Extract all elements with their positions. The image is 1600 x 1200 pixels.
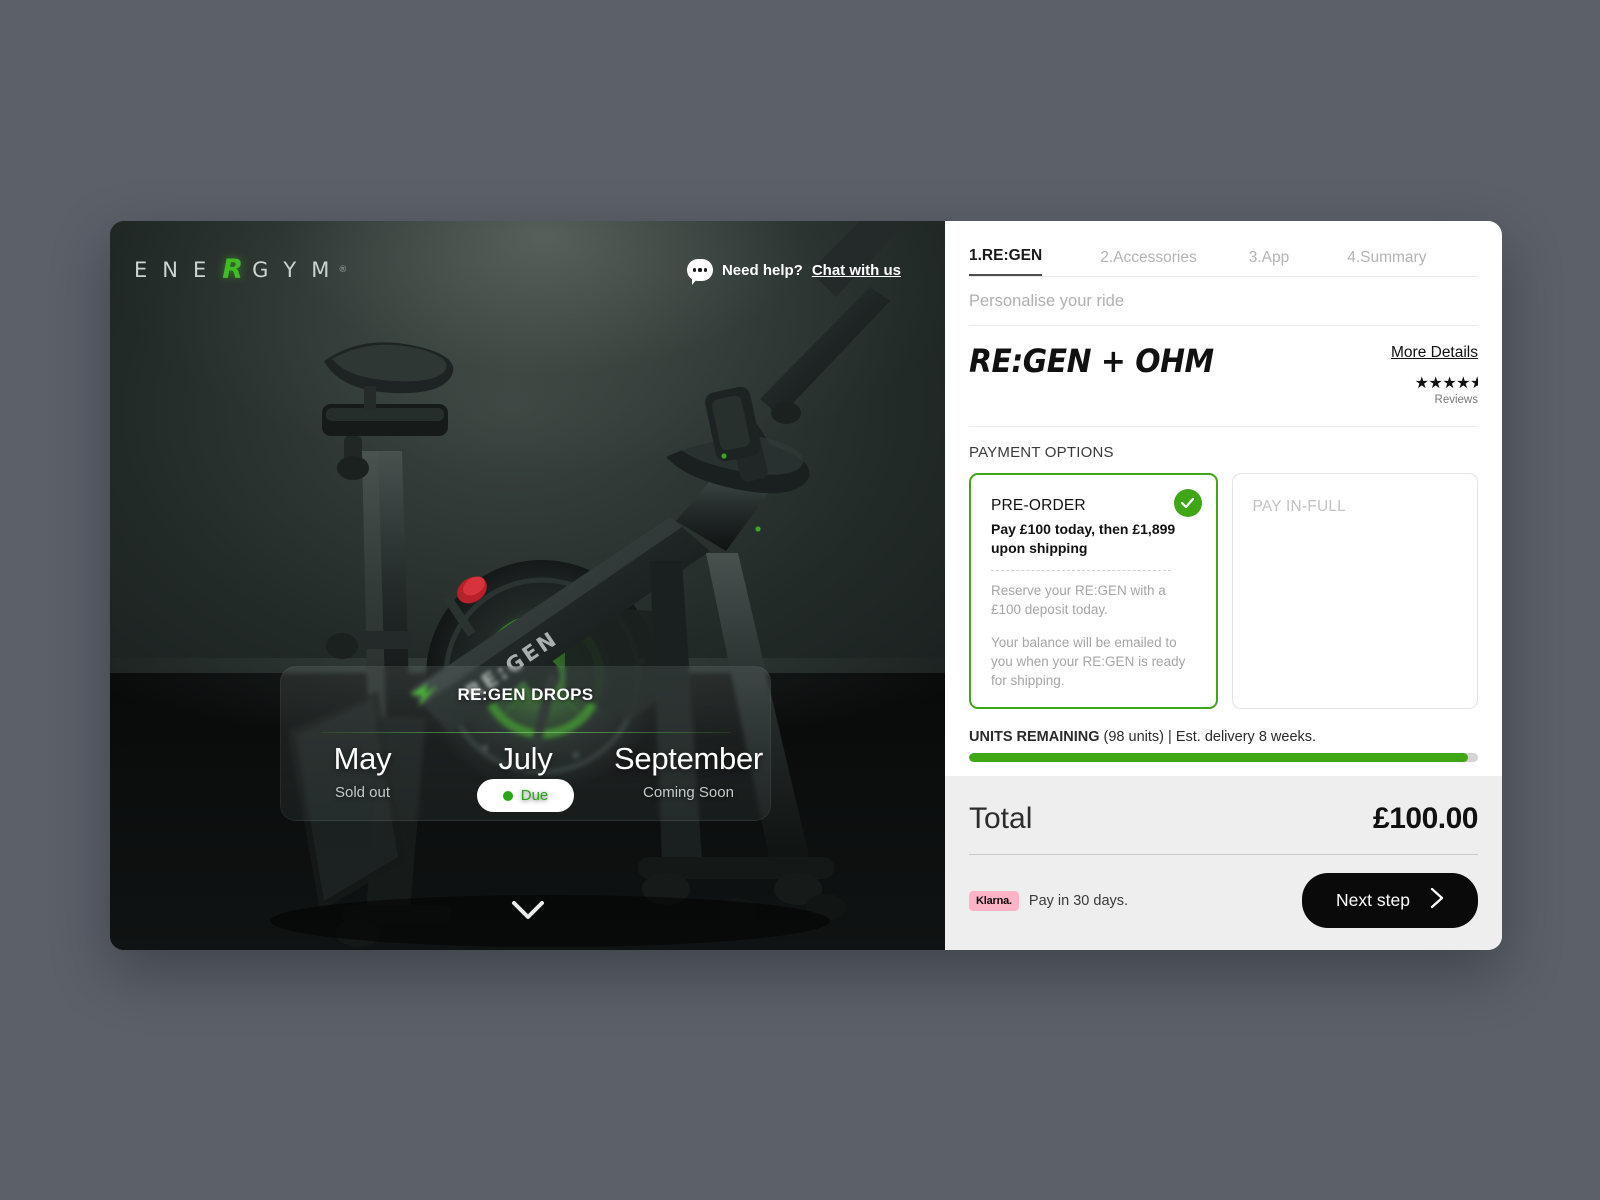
drop-status-july-label: Due <box>520 787 549 804</box>
total-value: £100.00 <box>1373 802 1478 835</box>
units-progress-fill <box>969 752 1468 762</box>
tab-app[interactable]: 3.App <box>1249 249 1290 276</box>
need-help-label: Need help? <box>721 261 803 279</box>
chat-with-us-link[interactable]: Chat with us <box>812 262 901 279</box>
more-details-link[interactable]: More Details <box>1391 344 1478 362</box>
total-label: Total <box>969 802 1033 835</box>
rating-full-stars: ★★★★ <box>1414 375 1471 392</box>
drop-status-may: Sold out <box>334 784 391 801</box>
total-row: Total £100.00 <box>969 802 1478 836</box>
check-icon <box>1173 489 1202 517</box>
panel-spacer <box>945 762 1502 776</box>
tab-summary[interactable]: 4.Summary <box>1347 249 1426 276</box>
chat-bubble-icon <box>686 259 713 285</box>
drop-month-may: May <box>333 741 392 776</box>
drop-item-may[interactable]: May Sold out <box>281 741 444 812</box>
drops-title: RE:GEN DROPS <box>457 685 594 704</box>
regen-drops-panel: RE:GEN DROPS May Sold out July Due Septe… <box>280 666 771 821</box>
drop-month-september: September <box>614 741 763 776</box>
drop-item-september[interactable]: September Coming Soon <box>607 741 770 812</box>
logo-letter-e1: E <box>134 257 163 282</box>
status-dot-icon <box>502 790 513 801</box>
footer-actions: Klarna. Pay in 30 days. Next step <box>969 873 1478 928</box>
next-step-button[interactable]: Next step <box>1302 873 1478 928</box>
drop-month-july: July <box>498 741 553 776</box>
page-title: RE:GEN + OHM <box>969 342 1214 380</box>
registered-trademark-icon: ® <box>338 264 348 275</box>
units-count: (98 units) <box>1103 728 1164 745</box>
tab-regen[interactable]: 1.RE:GEN <box>969 247 1043 276</box>
rating-half-star: ★ <box>1470 376 1478 392</box>
payment-options-label: PAYMENT OPTIONS <box>969 444 1114 461</box>
product-hero: RE:GEN <box>110 221 945 950</box>
klarna-badge: Klarna. <box>969 890 1019 911</box>
units-separator: | <box>1168 728 1172 745</box>
chevron-down-icon[interactable] <box>511 900 545 925</box>
drop-status-september: Coming Soon <box>643 784 734 801</box>
footer-divider <box>969 854 1478 855</box>
payment-option-preorder[interactable]: PRE-ORDER Pay £100 today, then £1,899 up… <box>969 473 1218 709</box>
preorder-dashed-divider <box>991 569 1171 571</box>
need-help-block: Need help? Chat with us <box>686 259 901 285</box>
payment-option-pay-in-full[interactable]: PAY IN-FULL <box>1231 473 1478 709</box>
drop-status-july-badge: Due <box>476 779 575 812</box>
payment-options-list: PRE-ORDER Pay £100 today, then £1,899 up… <box>945 461 1502 709</box>
klarna-text: Pay in 30 days. <box>1028 892 1129 909</box>
units-remaining-label: UNITS REMAINING <box>969 728 1100 745</box>
logo-letter-n: N <box>162 257 193 282</box>
logo-letter-r-accent: R <box>222 254 250 285</box>
logo-letter-g: G <box>252 257 284 282</box>
drop-item-july[interactable]: July Due <box>444 741 607 812</box>
units-delivery-estimate: Est. delivery 8 weeks. <box>1175 728 1317 745</box>
preorder-note-1: Reserve your RE:GEN with a £100 deposit … <box>991 582 1166 617</box>
drops-row: May Sold out July Due September Coming S… <box>281 741 770 812</box>
logo-letter-y: Y <box>283 257 312 282</box>
chevron-right-icon <box>1430 887 1444 914</box>
exercise-bike-image: RE:GEN <box>270 221 906 947</box>
brand-logo: E N E R G Y M ® <box>134 254 347 285</box>
logo-letter-e2: E <box>193 257 222 282</box>
next-step-label: Next step <box>1336 890 1410 910</box>
reviews-label: Reviews <box>1434 394 1478 406</box>
drops-divider <box>321 732 730 733</box>
checkout-card: RE:GEN <box>110 221 1502 950</box>
pay-in-full-title: PAY IN-FULL <box>1252 498 1347 515</box>
preorder-note-2: Your balance will be emailed to you when… <box>991 635 1186 689</box>
klarna-block: Klarna. Pay in 30 days. <box>969 890 1129 911</box>
checkout-panel: 1.RE:GEN 2.Accessories 3.App 4.Summary P… <box>945 221 1502 950</box>
panel-subtitle: Personalise your ride <box>969 292 1124 310</box>
product-header: RE:GEN + OHM More Details ★★★★★ Reviews <box>945 326 1502 406</box>
rating-stars: ★★★★★ <box>1391 376 1478 392</box>
units-remaining-block: UNITS REMAINING (98 units) | Est. delive… <box>945 709 1502 762</box>
preorder-title: PRE-ORDER <box>991 497 1086 514</box>
preorder-subtitle: Pay £100 today, then £1,899 upon shippin… <box>991 521 1176 556</box>
checkout-footer: Total £100.00 Klarna. Pay in 30 days. Ne… <box>945 776 1502 950</box>
tab-accessories[interactable]: 2.Accessories <box>1100 249 1196 276</box>
step-tabs: 1.RE:GEN 2.Accessories 3.App 4.Summary <box>945 221 1502 276</box>
product-meta: More Details ★★★★★ Reviews <box>1391 342 1478 406</box>
units-progress-bar <box>969 752 1478 762</box>
units-remaining-text: UNITS REMAINING (98 units) | Est. delive… <box>969 729 1478 745</box>
